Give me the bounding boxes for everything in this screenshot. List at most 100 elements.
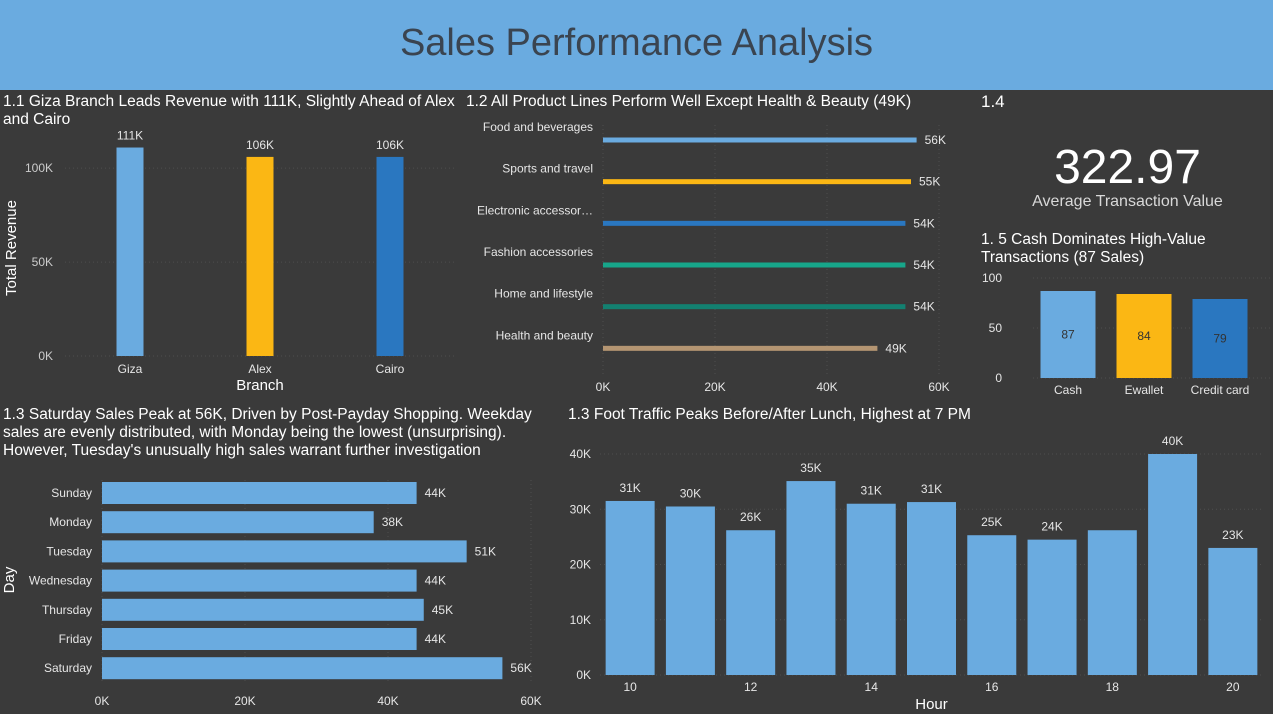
data-label: 56K — [925, 133, 946, 147]
bar — [603, 220, 906, 226]
data-label: 54K — [913, 258, 934, 272]
y-axis-title: Day — [1, 566, 18, 593]
y-tick-label: Electronic accessor… — [477, 203, 593, 217]
data-label: 84 — [1137, 329, 1151, 343]
data-label: 31K — [619, 481, 640, 495]
branch-revenue-chart: 0K 50K 100K 111K Giza 106K Alex 106K Cairo Branch… — [3, 129, 455, 394]
bar-saturday — [102, 657, 503, 680]
kpi-title: 1.4 — [981, 92, 1005, 111]
bar-cairo — [376, 156, 404, 356]
bar-hour-12 — [726, 530, 776, 675]
y-tick-label: 100K — [25, 161, 53, 175]
day-sales-chart: 0K 20K 40K 60K 44K Sunday 38K Monday 51K Tuesday 4… — [1, 480, 542, 708]
data-label: 51K — [475, 544, 496, 558]
data-label: 54K — [913, 300, 934, 314]
hour-chart-title: 1.3 Foot Traffic Peaks Before/After Lunc… — [568, 406, 971, 423]
bar-thursday — [102, 598, 424, 621]
y-tick-label: 20K — [570, 558, 591, 572]
data-label: 106K — [376, 138, 404, 152]
bar-wednesday — [102, 569, 417, 592]
data-label: 87 — [1061, 328, 1075, 342]
bar — [603, 304, 906, 310]
avg-transaction-value: 322.97 — [1054, 141, 1201, 194]
hourly-traffic-chart: 0K 10K 20K 30K 40K 31K 10 30K 26K 12 35K 31K 14 31K 25… — [570, 434, 1263, 713]
bar-hour-11 — [665, 506, 715, 675]
x-tick-label: 18 — [1106, 680, 1120, 694]
bar-tuesday — [102, 540, 467, 563]
data-label: 45K — [432, 603, 453, 617]
x-tick-label: Ewallet — [1125, 383, 1164, 397]
y-tick-label: Friday — [59, 632, 92, 646]
data-label: 56K — [510, 661, 531, 675]
x-tick-label: Credit card — [1191, 383, 1250, 397]
x-tick-label: Cash — [1054, 383, 1082, 397]
bar — [603, 137, 917, 143]
y-tick-label: Sports and travel — [502, 162, 593, 176]
x-tick-label: 0K — [95, 694, 110, 708]
y-tick-label: Food and beverages — [483, 120, 593, 134]
x-tick-label: 40K — [377, 694, 398, 708]
y-tick-label: 50 — [989, 321, 1003, 335]
y-tick-label: 100 — [982, 271, 1002, 285]
y-tick-label: 0K — [38, 349, 53, 363]
data-label: 38K — [382, 515, 403, 529]
bar-monday — [102, 511, 374, 534]
bar-hour-10 — [605, 500, 655, 675]
y-tick-label: 50K — [32, 255, 53, 269]
bar-hour-15 — [907, 502, 956, 675]
avg-transaction-label: Average Transaction Value — [1032, 193, 1223, 210]
x-axis-title: Branch — [236, 377, 284, 394]
data-label: 35K — [800, 461, 821, 475]
data-label: 30K — [680, 486, 701, 500]
y-tick-label: Home and lifestyle — [494, 287, 593, 301]
x-tick-label: 10 — [623, 680, 637, 694]
bar-giza — [116, 147, 144, 356]
y-tick-label: 10K — [570, 613, 591, 627]
day-chart-title: 1.3 Saturday Sales Peak at 56K, Driven b… — [3, 406, 532, 459]
y-tick-label: Sunday — [51, 486, 92, 500]
x-tick-label: 20K — [704, 380, 725, 394]
dashboard-title: Sales Performance Analysis — [399, 22, 874, 64]
data-label: 55K — [919, 175, 940, 189]
x-tick-label: Cairo — [376, 362, 405, 376]
x-tick-label: 20K — [234, 694, 255, 708]
data-label: 25K — [981, 515, 1002, 529]
data-label: 23K — [1222, 528, 1243, 542]
x-tick-label: 60K — [928, 380, 949, 394]
product-chart-title: 1.2 All Product Lines Perform Well Excep… — [466, 93, 912, 110]
bar-hour-16 — [967, 535, 1017, 675]
bar-hour-14 — [846, 503, 896, 675]
x-tick-label: Alex — [248, 362, 271, 376]
data-label: 44K — [425, 574, 446, 588]
data-label: 49K — [885, 341, 906, 355]
bar-friday — [102, 628, 417, 650]
data-label: 106K — [246, 138, 274, 152]
y-tick-label: Health and beauty — [496, 328, 593, 342]
data-label: 111K — [117, 129, 143, 143]
payment-method-chart: 0 50 100 87 Cash 84 Ewallet 79 Credit card — [982, 271, 1273, 397]
payment-chart-title: 1. 5 Cash Dominates High-Value Transacti… — [981, 231, 1206, 266]
bar-hour-18 — [1087, 530, 1137, 675]
x-tick-label: 16 — [985, 680, 999, 694]
bar-hour-13 — [786, 481, 836, 675]
dashboard-header: Sales Performance Analysis — [0, 0, 1273, 90]
bar-alex — [246, 156, 274, 356]
x-axis-title: Hour — [915, 696, 948, 713]
x-tick-label: Giza — [118, 362, 143, 376]
data-label: 79 — [1213, 332, 1227, 346]
x-tick-label: 14 — [865, 680, 879, 694]
data-label: 31K — [921, 482, 942, 496]
y-axis-title: Total Revenue — [3, 200, 20, 296]
data-label: 31K — [861, 484, 882, 498]
y-tick-label: 0 — [995, 371, 1002, 385]
y-tick-label: Tuesday — [46, 544, 92, 558]
data-label: 44K — [425, 632, 446, 646]
y-tick-label: Thursday — [42, 603, 92, 617]
x-tick-label: 0K — [596, 380, 611, 394]
y-tick-label: Monday — [49, 515, 92, 529]
y-tick-label: Saturday — [44, 661, 92, 675]
x-tick-label: 60K — [520, 694, 541, 708]
y-tick-label: 0K — [576, 668, 591, 682]
bar-sunday — [102, 482, 417, 504]
data-label: 24K — [1041, 520, 1062, 534]
